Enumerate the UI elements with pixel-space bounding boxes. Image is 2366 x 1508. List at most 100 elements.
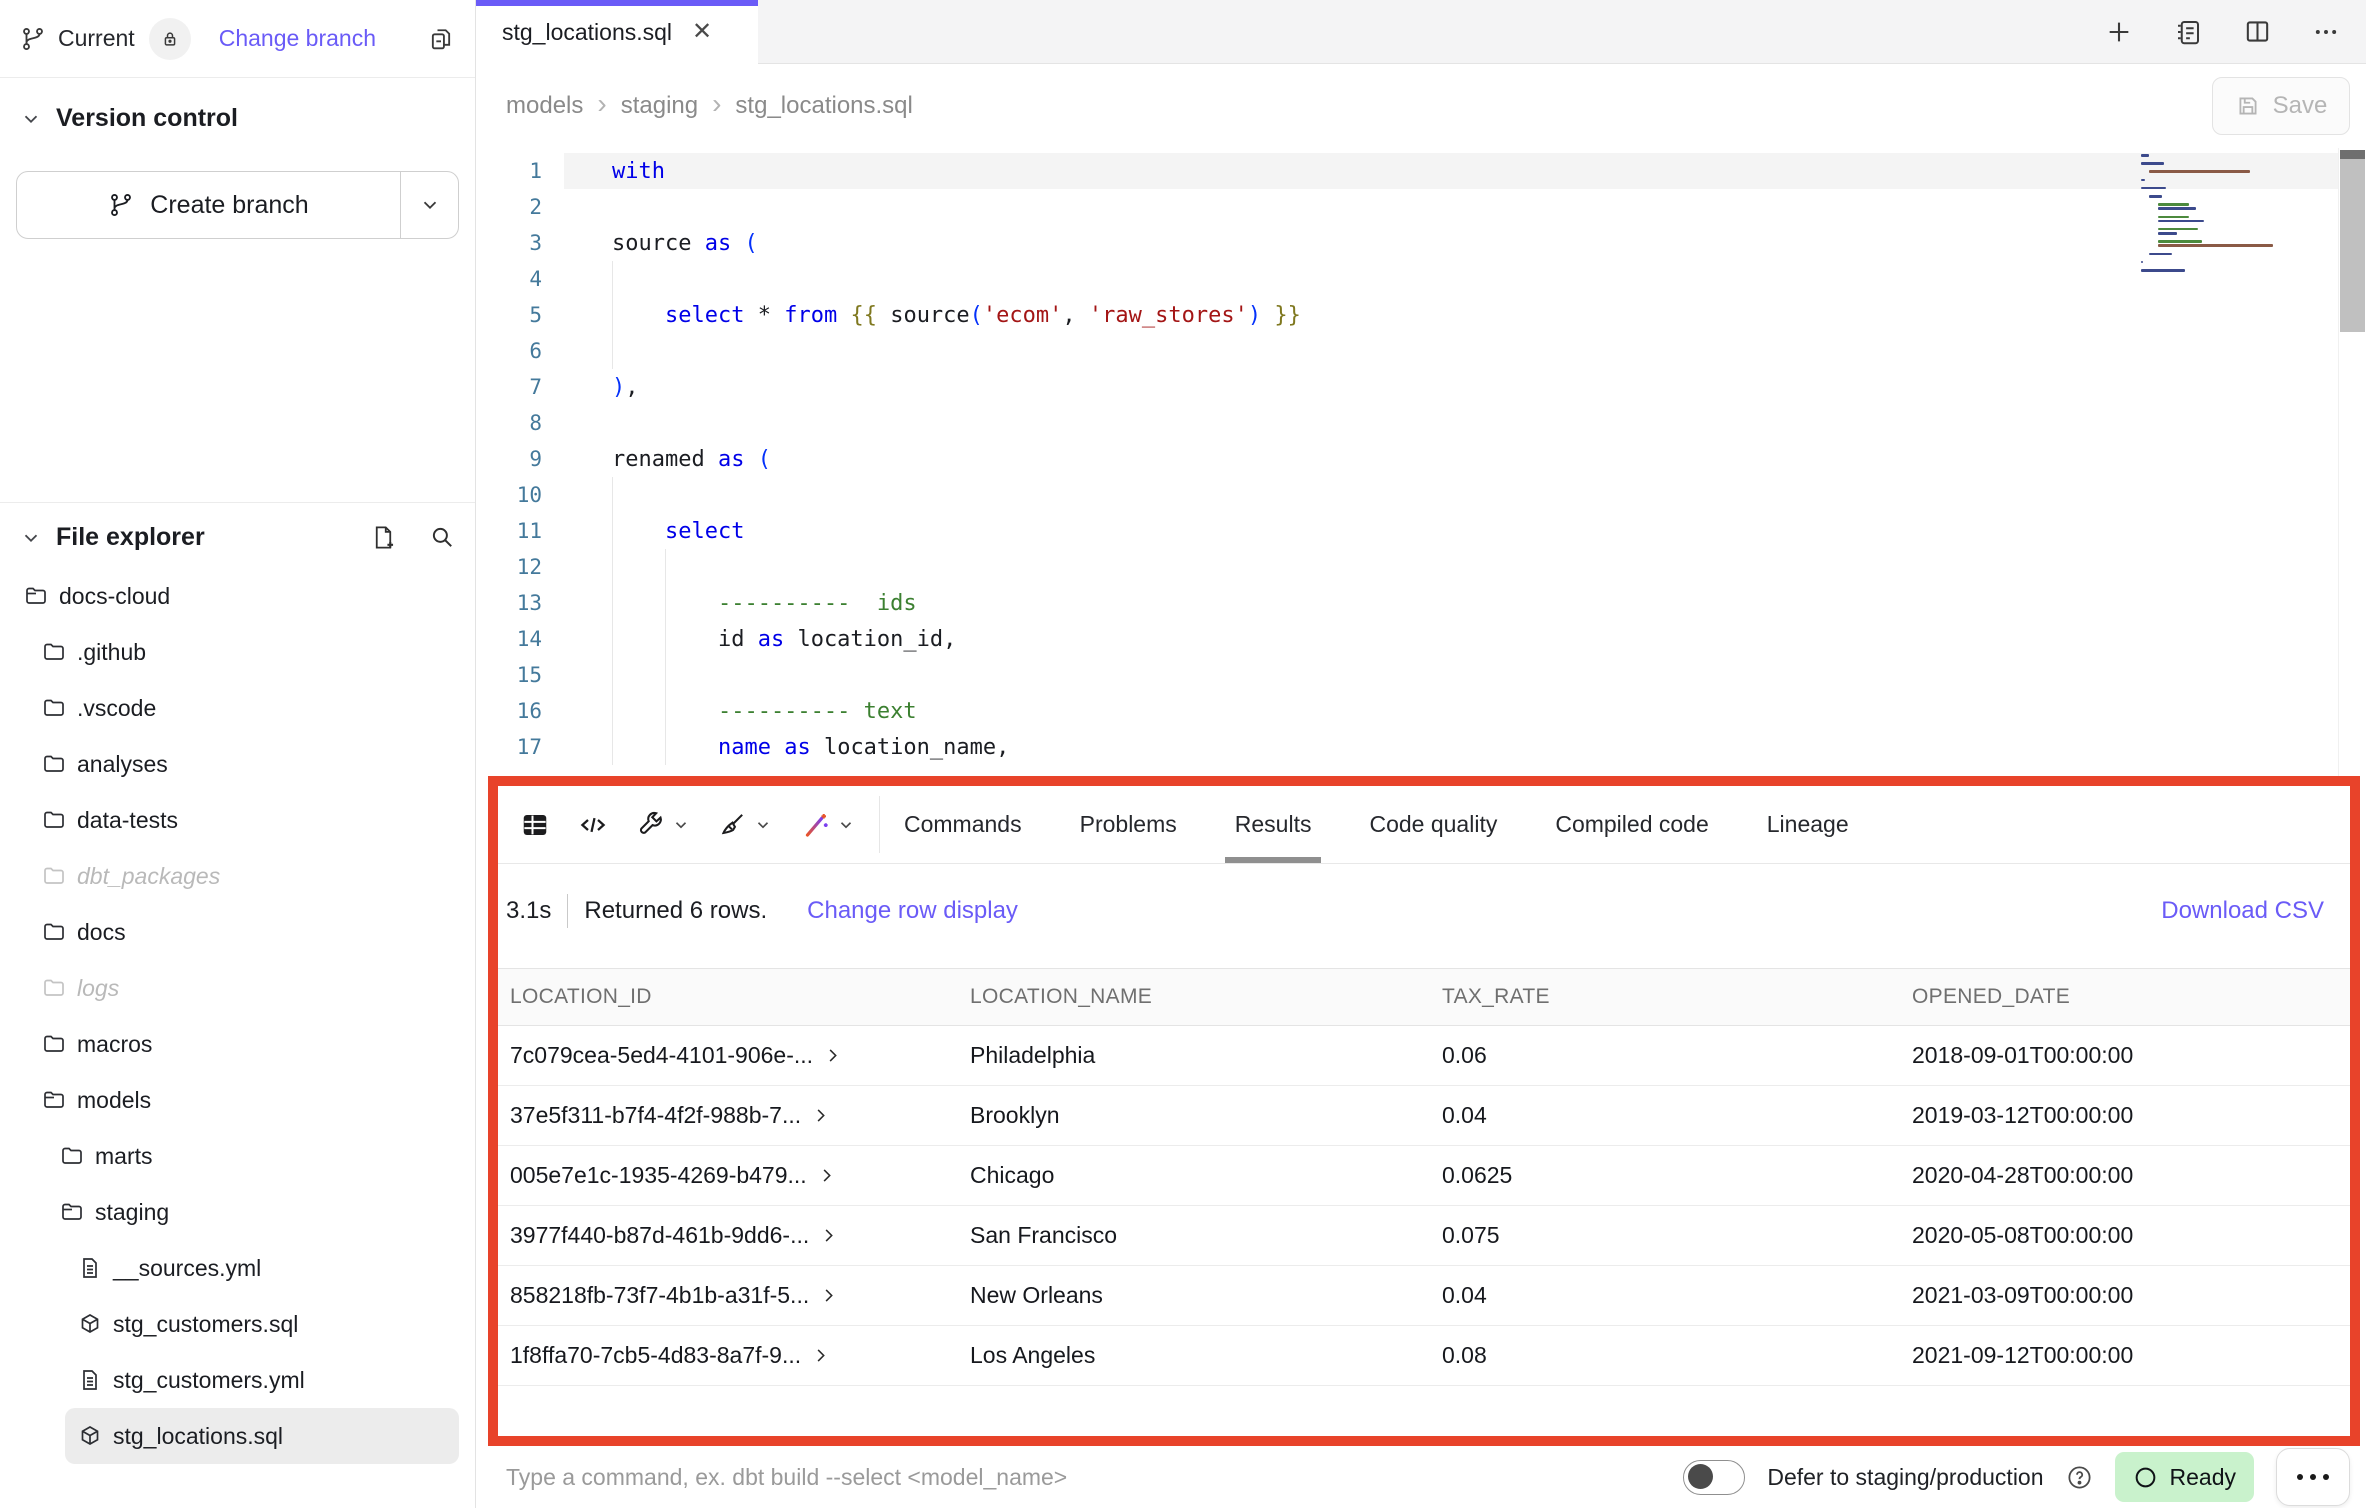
indent-guide [612, 333, 613, 369]
code-line[interactable]: 2 [476, 189, 2366, 225]
editor-tab-bar: stg_locations.sql ✕ [476, 0, 2366, 64]
help-icon[interactable] [2066, 1464, 2093, 1491]
results-tab-lineage[interactable]: Lineage [1767, 786, 1849, 863]
folder-icon [42, 864, 66, 888]
indent-guide [612, 657, 613, 693]
query-duration: 3.1s [506, 897, 551, 925]
command-input[interactable] [506, 1464, 1683, 1491]
file-name: docs-cloud [59, 583, 170, 610]
line-number: 8 [476, 411, 564, 435]
file-tree-item-dbt-packages[interactable]: dbt_packages [0, 848, 475, 904]
copilot-button[interactable] [800, 810, 855, 840]
table-cell: 005e7e1c-1935-4269-b479... [498, 1162, 968, 1189]
file-name: staging [95, 1199, 169, 1226]
wrench-icon [636, 810, 665, 839]
file-tree-item-docs[interactable]: docs [0, 904, 475, 960]
git-branch-icon [108, 192, 134, 218]
breadcrumb-item[interactable]: stg_locations.sql [735, 92, 912, 120]
table-cell: 3977f440-b87d-461b-9dd6-... [498, 1222, 968, 1249]
results-tab-compiled-code[interactable]: Compiled code [1555, 786, 1708, 863]
results-tab-problems[interactable]: Problems [1080, 786, 1177, 863]
change-branch-link[interactable]: Change branch [219, 25, 376, 52]
file-tree-item-stg-customers-yml[interactable]: stg_customers.yml [0, 1352, 475, 1408]
code-line[interactable]: 4 [476, 261, 2366, 297]
breadcrumb-separator: › [597, 90, 606, 118]
file-tree-item-marts[interactable]: marts [0, 1128, 475, 1184]
code-line[interactable]: 5 select * from {{ source('ecom', 'raw_s… [476, 297, 2366, 333]
create-branch-button[interactable]: Create branch [16, 171, 459, 239]
file-tree-item-staging[interactable]: staging [0, 1184, 475, 1240]
code-line[interactable]: 15 [476, 657, 2366, 693]
file-tree-item-logs[interactable]: logs [0, 960, 475, 1016]
line-number: 11 [476, 519, 564, 543]
scrollbar-thumb[interactable] [2340, 150, 2365, 332]
file-tree-item-data-tests[interactable]: data-tests [0, 792, 475, 848]
git-branch-icon [20, 26, 46, 52]
file-tree-item--github[interactable]: .github [0, 624, 475, 680]
file-name: marts [95, 1143, 153, 1170]
branch-lock-badge[interactable] [149, 18, 191, 60]
minimap[interactable] [2141, 154, 2336, 273]
file-tree-item--sources-yml[interactable]: __sources.yml [0, 1240, 475, 1296]
file-explorer-section: File explorer docs-cloud.github.vscodean… [0, 503, 475, 1508]
results-table: LOCATION_IDLOCATION_NAMETAX_RATEOPENED_D… [498, 968, 2350, 1436]
results-tab-results[interactable]: Results [1235, 786, 1312, 863]
code-line[interactable]: 14 id as location_id, [476, 621, 2366, 657]
indent-guide [665, 549, 666, 585]
code-line[interactable]: 11 select [476, 513, 2366, 549]
code-text: source as ( [564, 225, 2366, 261]
code-line[interactable]: 3source as ( [476, 225, 2366, 261]
download-csv-link[interactable]: Download CSV [2161, 897, 2324, 925]
tab-stg-locations[interactable]: stg_locations.sql ✕ [476, 0, 758, 64]
split-editor-icon[interactable] [2243, 17, 2272, 46]
file-tree-item-stg-customers-sql[interactable]: stg_customers.sql [0, 1296, 475, 1352]
code-line[interactable]: 16 ---------- text [476, 693, 2366, 729]
file-tree-item--vscode[interactable]: .vscode [0, 680, 475, 736]
file-icon [78, 1368, 102, 1392]
code-line[interactable]: 8 [476, 405, 2366, 441]
file-tree-item-macros[interactable]: macros [0, 1016, 475, 1072]
save-button[interactable]: Save [2212, 77, 2350, 135]
code-line[interactable]: 7), [476, 369, 2366, 405]
compile-code-button[interactable] [578, 810, 608, 840]
chevron-down-icon[interactable] [20, 527, 42, 549]
breadcrumb-item[interactable]: staging [621, 92, 698, 120]
file-tree-item-analyses[interactable]: analyses [0, 736, 475, 792]
version-control-header[interactable]: Version control [0, 78, 475, 133]
expand-cell-icon[interactable] [819, 1226, 838, 1245]
change-row-display-link[interactable]: Change row display [807, 897, 1018, 925]
expand-cell-icon[interactable] [811, 1106, 830, 1125]
create-branch-dropdown[interactable] [400, 172, 458, 238]
build-button[interactable] [636, 810, 690, 839]
more-actions-button[interactable] [2276, 1448, 2350, 1506]
file-tree-item-models[interactable]: models [0, 1072, 475, 1128]
new-file-icon[interactable] [370, 524, 397, 551]
code-line[interactable]: 12 [476, 549, 2366, 585]
expand-cell-icon[interactable] [823, 1046, 842, 1065]
file-tree-item-stg-locations-sql[interactable]: stg_locations.sql [65, 1408, 459, 1464]
code-line[interactable]: 9renamed as ( [476, 441, 2366, 477]
search-icon[interactable] [429, 524, 455, 551]
results-tab-code-quality[interactable]: Code quality [1369, 786, 1497, 863]
more-options-icon[interactable] [2312, 18, 2340, 46]
changelog-icon[interactable] [2173, 17, 2203, 47]
code-line[interactable]: 1with [476, 153, 2366, 189]
code-line[interactable]: 17 name as location_name, [476, 729, 2366, 765]
close-icon[interactable]: ✕ [692, 20, 712, 44]
expand-cell-icon[interactable] [811, 1346, 830, 1365]
breadcrumb-item[interactable]: models [506, 92, 583, 120]
code-line[interactable]: 6 [476, 333, 2366, 369]
file-tree-item-docs-cloud[interactable]: docs-cloud [0, 568, 475, 624]
expand-cell-icon[interactable] [819, 1286, 838, 1305]
expand-cell-icon[interactable] [817, 1166, 836, 1185]
table-cell: 2020-04-28T00:00:00 [1910, 1162, 2350, 1189]
copy-icon[interactable] [427, 25, 455, 53]
defer-toggle[interactable] [1683, 1460, 1745, 1495]
code-line[interactable]: 10 [476, 477, 2366, 513]
format-button[interactable] [718, 810, 772, 839]
results-tab-commands[interactable]: Commands [904, 786, 1022, 863]
indent-guide [612, 693, 613, 729]
new-tab-icon[interactable] [2105, 18, 2133, 46]
preview-table-button[interactable] [520, 810, 550, 840]
code-line[interactable]: 13 ---------- ids [476, 585, 2366, 621]
